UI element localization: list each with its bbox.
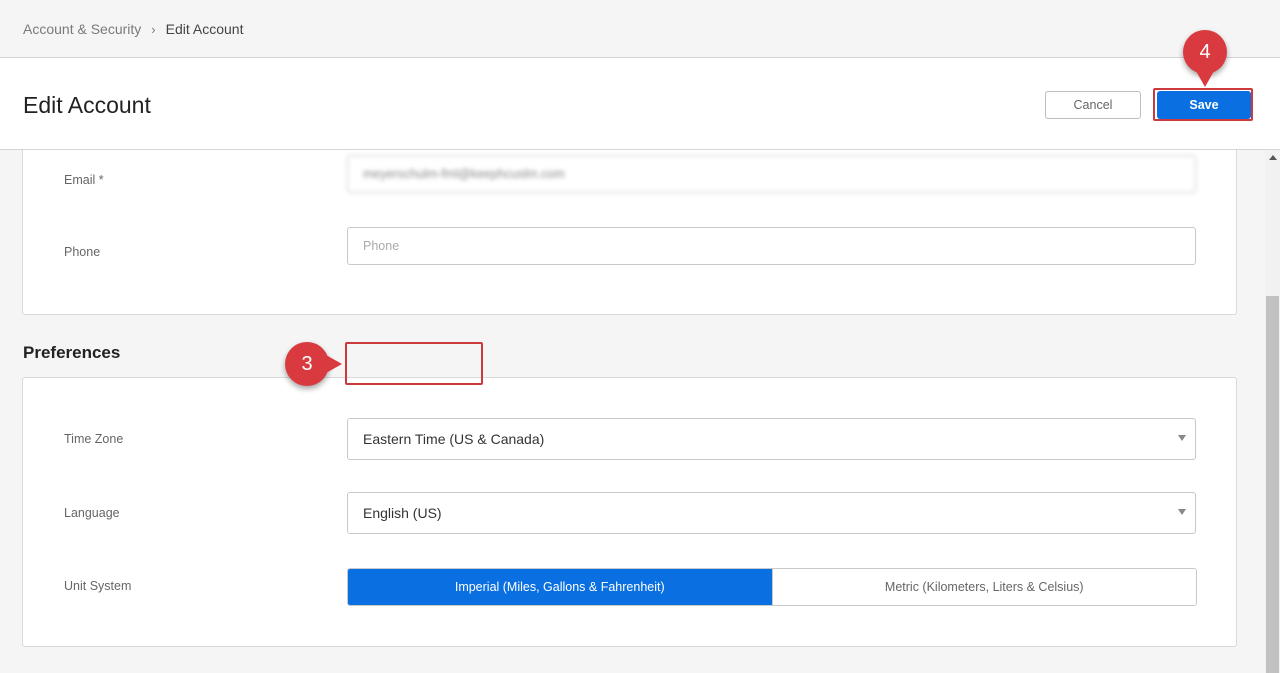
breadcrumb-bar: Account & Security › Edit Account	[0, 0, 1280, 58]
unit-system-toggle: Imperial (Miles, Gallons & Fahrenheit) M…	[347, 568, 1197, 606]
save-button[interactable]: Save	[1157, 91, 1251, 119]
caret-down-icon	[1178, 435, 1186, 441]
form-content: Email * Phone Preferences Time Zone East…	[0, 150, 1265, 673]
chevron-right-icon: ›	[151, 21, 156, 37]
step-4-callout-marker: 4	[1183, 30, 1227, 87]
page-header: Edit Account Cancel Save	[0, 58, 1280, 150]
breadcrumb-current: Edit Account	[165, 21, 244, 37]
cancel-button[interactable]: Cancel	[1045, 91, 1141, 119]
phone-label: Phone	[64, 245, 101, 259]
time-zone-value: Eastern Time (US & Canada)	[363, 431, 545, 447]
time-zone-select[interactable]: Eastern Time (US & Canada)	[347, 418, 1196, 460]
caret-down-icon	[1178, 509, 1186, 515]
email-label: Email *	[64, 173, 104, 187]
unit-option-imperial[interactable]: Imperial (Miles, Gallons & Fahrenheit)	[348, 569, 772, 605]
step-3-callout-marker: 3	[285, 342, 342, 386]
phone-field[interactable]	[347, 227, 1196, 265]
language-select[interactable]: English (US)	[347, 492, 1196, 534]
unit-system-label: Unit System	[64, 579, 132, 593]
preferences-section-title: Preferences	[23, 343, 121, 362]
page-title: Edit Account	[23, 92, 151, 118]
email-field[interactable]	[347, 155, 1196, 193]
scroll-up-arrow-icon[interactable]	[1269, 155, 1277, 160]
vertical-scrollbar[interactable]	[1265, 150, 1280, 673]
language-value: English (US)	[363, 505, 442, 521]
contact-card: Email * Phone	[22, 150, 1237, 315]
breadcrumb: Account & Security › Edit Account	[23, 21, 243, 37]
unit-option-metric[interactable]: Metric (Kilometers, Liters & Celsius)	[771, 569, 1196, 605]
scrollbar-thumb[interactable]	[1266, 296, 1279, 673]
language-label: Language	[64, 506, 120, 520]
time-zone-label: Time Zone	[64, 432, 124, 446]
breadcrumb-account-security-link[interactable]: Account & Security	[23, 21, 141, 37]
preferences-card: Time Zone Eastern Time (US & Canada) Lan…	[22, 377, 1237, 647]
